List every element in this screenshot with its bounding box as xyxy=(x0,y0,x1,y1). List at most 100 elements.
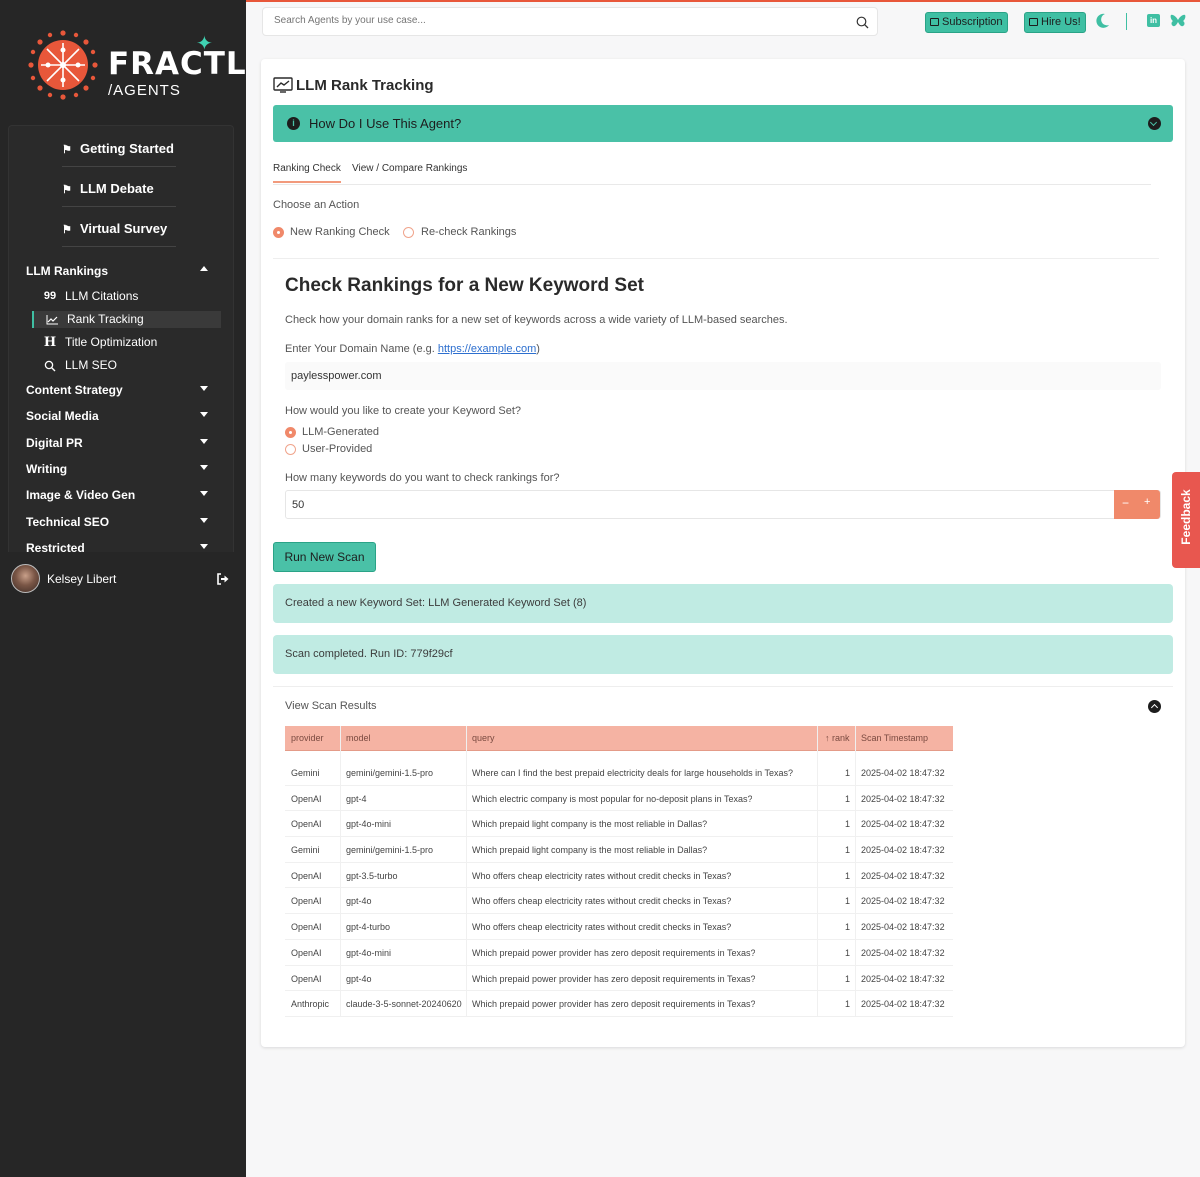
group-label: LLM Rankings xyxy=(26,264,109,278)
nav-item-llm-debate[interactable]: ⚑ LLM Debate xyxy=(62,181,154,196)
sidebar-item-llm-citations[interactable]: 99 LLM Citations xyxy=(32,288,221,305)
logo-subtitle: /AGENTS xyxy=(108,82,181,99)
column-header-scan-timestamp[interactable]: Scan Timestamp xyxy=(861,733,928,743)
table-cell: 2025-04-02 18:47:32 xyxy=(861,896,945,907)
radio-new-ranking-check[interactable] xyxy=(273,227,284,238)
chevron-up-icon[interactable] xyxy=(1148,700,1161,713)
table-cell: 2025-04-02 18:47:32 xyxy=(861,947,945,958)
column-divider xyxy=(817,726,818,1017)
run-new-scan-button[interactable]: Run New Scan xyxy=(273,542,376,572)
domain-field-wrapper xyxy=(285,362,1161,390)
table-cell: 2025-04-02 18:47:32 xyxy=(861,870,945,881)
sidebar-item-rank-tracking[interactable]: Rank Tracking xyxy=(32,311,221,328)
avatar xyxy=(11,564,40,593)
group-social-media[interactable]: Social Media xyxy=(26,409,216,423)
subscription-button[interactable]: Subscription xyxy=(925,12,1008,33)
table-cell: 1 xyxy=(845,819,851,830)
table-row[interactable]: OpenAI gpt-4-turbo Who offers cheap electr… xyxy=(285,914,953,940)
keyword-count-input[interactable] xyxy=(292,499,992,511)
nav-item-label: Virtual Survey xyxy=(80,221,168,236)
radio-recheck-rankings[interactable] xyxy=(403,227,414,238)
how-to-accordion[interactable]: i How Do I Use This Agent? xyxy=(273,105,1173,142)
fractl-logo[interactable]: FRACTL /AGENTS ✦ xyxy=(26,28,246,108)
caret-down-icon xyxy=(200,518,208,523)
increment-button[interactable]: + xyxy=(1144,496,1150,508)
tab-view-compare-rankings[interactable]: View / Compare Rankings xyxy=(352,163,467,174)
table-cell: OpenAI xyxy=(291,973,322,984)
table-header: provider model query ↑ rank Scan Timesta… xyxy=(285,726,953,751)
page-title: LLM Rank Tracking xyxy=(296,77,434,94)
sidebar-item-title-optimization[interactable]: H Title Optimization xyxy=(32,334,221,351)
column-header-provider[interactable]: provider xyxy=(291,733,324,743)
tab-ranking-check[interactable]: Ranking Check xyxy=(273,163,341,183)
logout-icon[interactable] xyxy=(216,573,230,585)
search-icon[interactable] xyxy=(856,16,869,29)
table-cell: 1 xyxy=(845,870,851,881)
column-header-model[interactable]: model xyxy=(346,733,371,743)
radio-label[interactable]: New Ranking Check xyxy=(290,226,390,238)
table-cell: Which prepaid power provider has zero de… xyxy=(472,947,756,958)
column-header-rank[interactable]: ↑ rank xyxy=(825,733,850,743)
domain-label-end: ) xyxy=(536,343,540,355)
choose-action-label: Choose an Action xyxy=(273,199,360,211)
hire-us-button[interactable]: Hire Us! xyxy=(1024,12,1086,33)
group-image-video-gen[interactable]: Image & Video Gen xyxy=(26,488,216,502)
section-title: Check Rankings for a New Keyword Set xyxy=(285,275,644,296)
keyword-set-question: How would you like to create your Keywor… xyxy=(285,405,522,417)
search-input[interactable] xyxy=(274,15,834,26)
example-link[interactable]: https://example.com xyxy=(438,343,536,355)
sidebar-item-llm-seo[interactable]: LLM SEO xyxy=(32,357,221,374)
group-digital-pr[interactable]: Digital PR xyxy=(26,436,216,450)
table-row[interactable]: Anthropic claude-3-5-sonnet-20240620 Which… xyxy=(285,991,953,1017)
table-cell: 1 xyxy=(845,896,851,907)
table-row[interactable]: Gemini gemini/gemini-1.5-pro Where can I f… xyxy=(285,760,953,786)
section-description: Check how your domain ranks for a new se… xyxy=(285,314,788,326)
group-content-strategy[interactable]: Content Strategy xyxy=(26,383,216,397)
user-profile[interactable]: Kelsey Libert xyxy=(11,564,235,594)
radio-label[interactable]: User-Provided xyxy=(302,443,372,455)
group-label: Content Strategy xyxy=(26,383,123,397)
linkedin-icon[interactable]: in xyxy=(1147,14,1160,27)
table-cell: Gemini xyxy=(291,768,320,778)
subscription-label: Subscription xyxy=(942,16,1003,28)
quantity-stepper: − + xyxy=(1114,490,1160,519)
radio-llm-generated[interactable] xyxy=(285,427,296,438)
table-cell: 2025-04-02 18:47:32 xyxy=(861,845,945,856)
table-row[interactable]: OpenAI gpt-4o Which prepaid power provider… xyxy=(285,966,953,992)
results-title[interactable]: View Scan Results xyxy=(285,700,377,712)
table-row[interactable]: OpenAI gpt-4 Which electric company is mos… xyxy=(285,786,953,812)
table-cell: Who offers cheap electricity rates witho… xyxy=(472,870,732,881)
feedback-tab[interactable]: Feedback xyxy=(1172,472,1200,568)
moon-icon[interactable] xyxy=(1096,13,1110,28)
table-row[interactable]: OpenAI gpt-4o Who offers cheap electricity… xyxy=(285,888,953,915)
table-cell: claude-3-5-sonnet-20240620 xyxy=(346,999,462,1010)
table-cell: 1 xyxy=(845,768,851,778)
table-row[interactable]: OpenAI gpt-4o-mini Which prepaid light com… xyxy=(285,811,953,838)
chevron-down-icon xyxy=(1148,117,1161,130)
table-row[interactable]: OpenAI gpt-3.5-turbo Who offers cheap elec… xyxy=(285,863,953,889)
table-row[interactable]: OpenAI gpt-4o-mini Which prepaid power pro… xyxy=(285,940,953,966)
briefcase-icon xyxy=(1029,18,1038,26)
caret-up-icon xyxy=(200,266,208,271)
table-cell: gpt-4o xyxy=(346,973,372,984)
group-writing[interactable]: Writing xyxy=(26,462,216,476)
main-card: LLM Rank Tracking i How Do I Use This Ag… xyxy=(261,59,1185,1047)
nav-item-getting-started[interactable]: ⚑ Getting Started xyxy=(62,141,174,156)
table-row[interactable]: Gemini gemini/gemini-1.5-pro Which prepaid… xyxy=(285,837,953,863)
keyword-count-field: − + xyxy=(285,490,1161,519)
group-label: Technical SEO xyxy=(26,515,110,529)
group-technical-seo[interactable]: Technical SEO xyxy=(26,515,216,529)
agent-search[interactable] xyxy=(262,7,878,36)
group-restricted[interactable]: Restricted xyxy=(26,541,216,555)
group-llm-rankings[interactable]: LLM Rankings xyxy=(26,264,216,278)
flag-icon: ⚑ xyxy=(62,184,72,196)
radio-user-provided[interactable] xyxy=(285,444,296,455)
radio-label[interactable]: LLM-Generated xyxy=(302,426,379,438)
nav-item-virtual-survey[interactable]: ⚑ Virtual Survey xyxy=(62,221,167,236)
column-header-query[interactable]: query xyxy=(472,733,495,743)
radio-label[interactable]: Re-check Rankings xyxy=(421,226,516,238)
bluesky-icon[interactable] xyxy=(1170,14,1186,27)
decrement-button[interactable]: − xyxy=(1122,496,1129,510)
domain-input[interactable] xyxy=(291,370,891,382)
divider xyxy=(273,258,1159,259)
